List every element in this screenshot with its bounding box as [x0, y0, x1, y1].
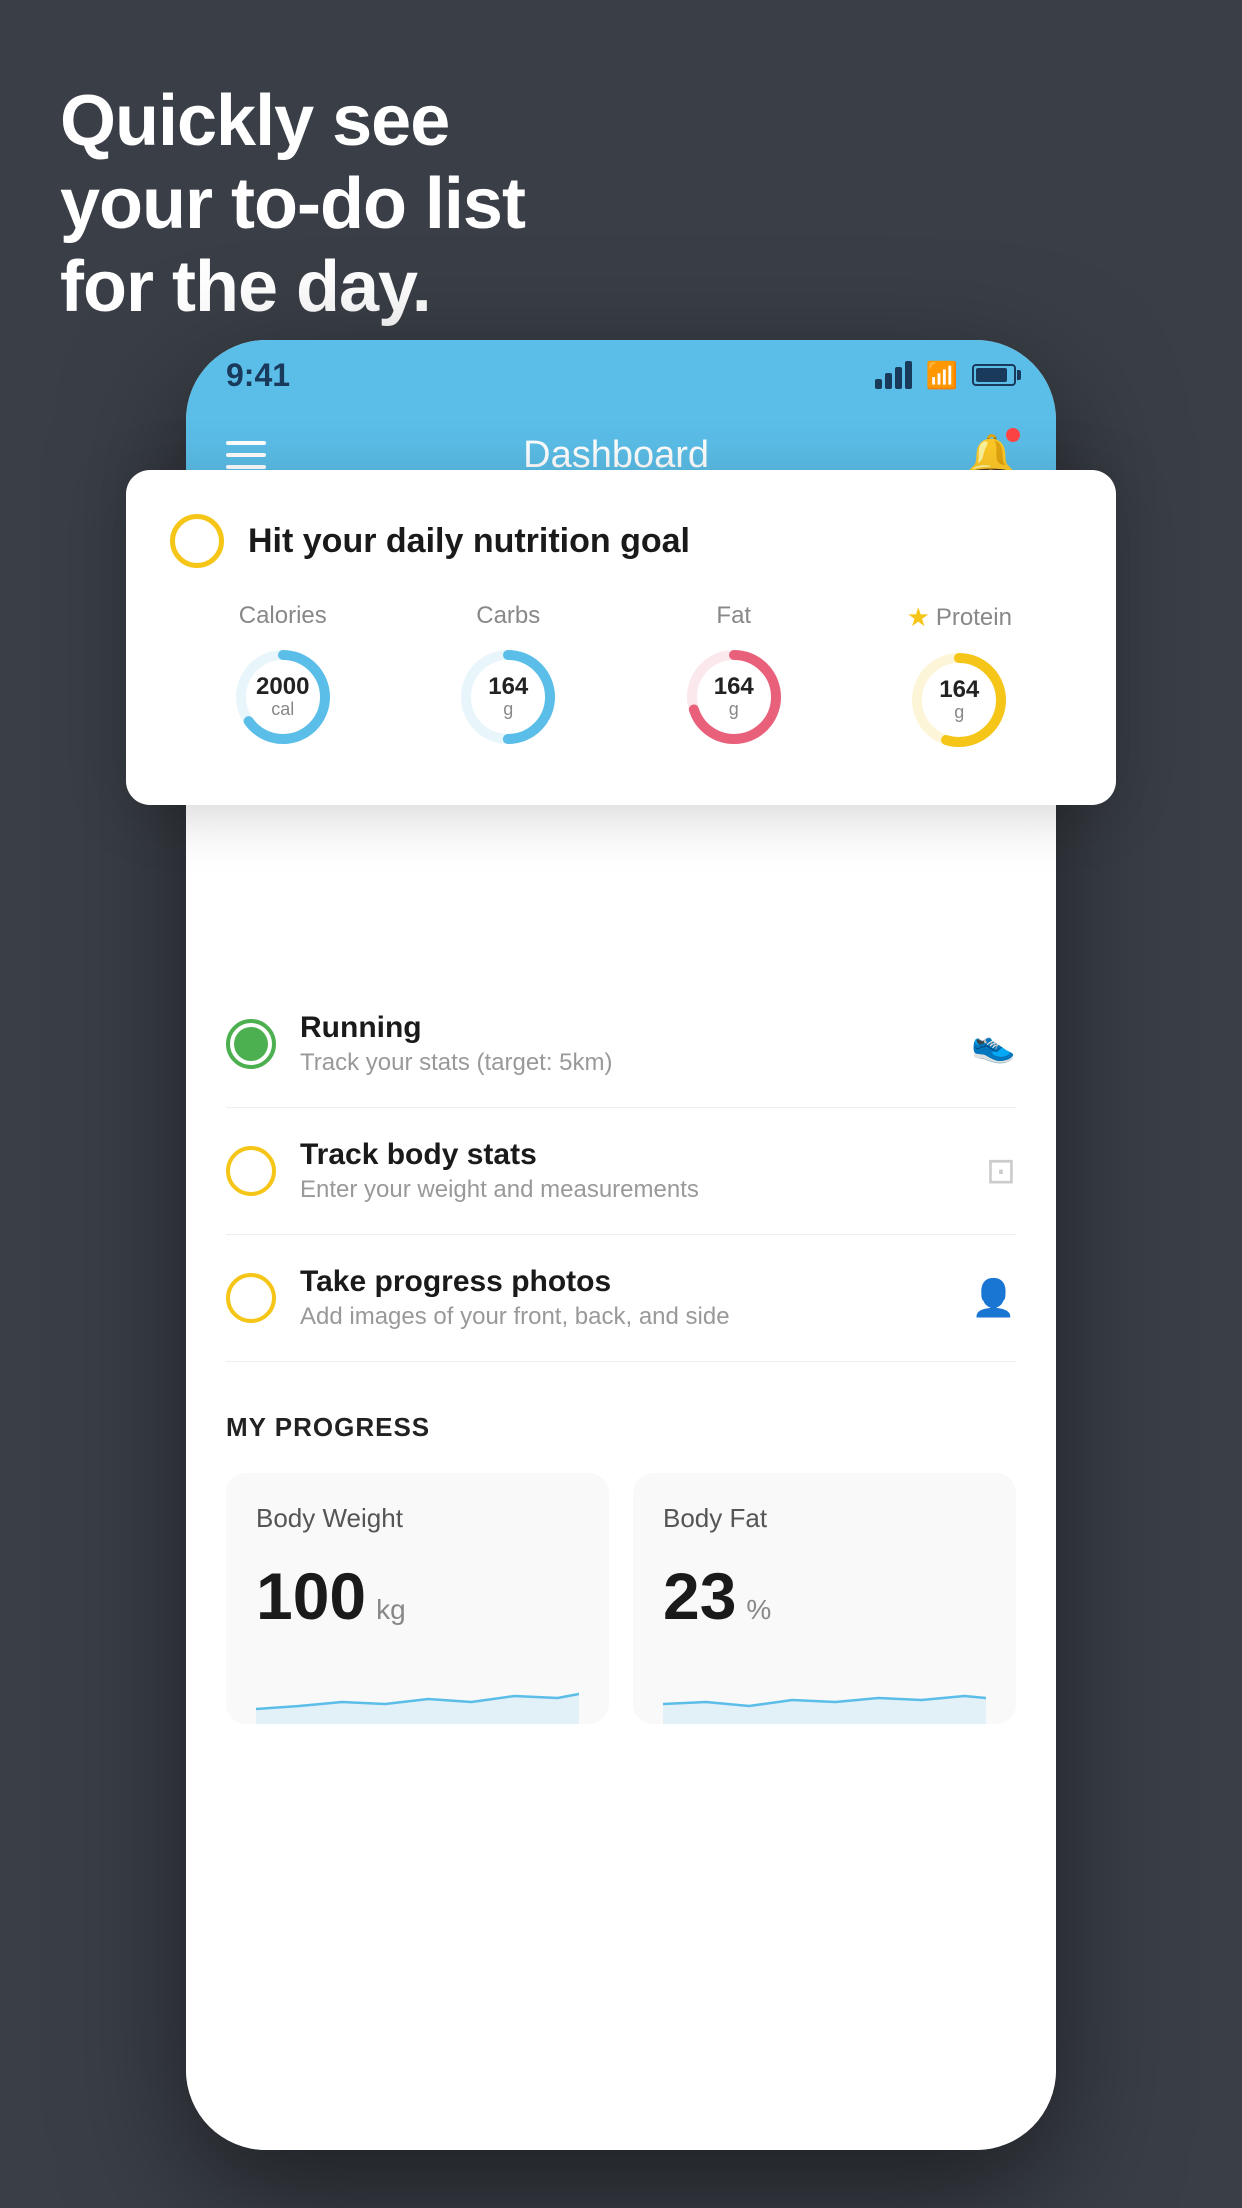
carbs-donut: 164 g [453, 642, 563, 752]
nutrition-row: Calories 2000 cal Carbs [170, 602, 1072, 755]
nutrition-calories: Calories 2000 cal [228, 602, 338, 752]
scale-icon: ⊡ [986, 1150, 1016, 1192]
fat-label: Fat [716, 602, 751, 630]
battery-icon [972, 364, 1016, 386]
todo-text-running: Running Track your stats (target: 5km) [300, 1011, 947, 1077]
body-fat-card[interactable]: Body Fat 23 % [633, 1473, 1016, 1724]
wifi-icon: 📶 [926, 360, 958, 391]
fat-value: 164 [714, 674, 754, 700]
todo-title-running: Running [300, 1011, 947, 1045]
card-title: Hit your daily nutrition goal [248, 522, 690, 561]
nutrition-fat: Fat 164 g [679, 602, 789, 752]
carbs-value: 164 [488, 674, 528, 700]
menu-button[interactable] [226, 441, 266, 469]
todo-text-body-stats: Track body stats Enter your weight and m… [300, 1138, 962, 1204]
my-progress-section: MY PROGRESS Body Weight 100 kg [186, 1362, 1056, 1724]
signal-icon [875, 361, 912, 389]
protein-star-label: ★ Protein [907, 602, 1012, 633]
calories-label: Calories [239, 602, 327, 630]
todo-circle-progress-photos [226, 1273, 276, 1323]
todo-title-body-stats: Track body stats [300, 1138, 962, 1172]
todo-subtitle-running: Track your stats (target: 5km) [300, 1049, 947, 1077]
progress-cards: Body Weight 100 kg Body Fat [226, 1473, 1016, 1724]
body-fat-value-row: 23 % [663, 1558, 986, 1634]
protein-donut: 164 g [904, 645, 1014, 755]
star-icon: ★ [907, 602, 930, 633]
protein-value: 164 [939, 677, 979, 703]
status-bar: 9:41 📶 [186, 340, 1056, 410]
body-weight-value: 100 [256, 1558, 366, 1634]
body-weight-title: Body Weight [256, 1503, 579, 1534]
carbs-unit: g [488, 700, 528, 720]
todo-circle-running [226, 1019, 276, 1069]
carbs-label: Carbs [476, 602, 540, 630]
body-fat-chart [663, 1664, 986, 1724]
body-fat-unit: % [746, 1594, 771, 1626]
todo-item-body-stats[interactable]: Track body stats Enter your weight and m… [226, 1108, 1016, 1235]
notification-badge [1006, 428, 1020, 442]
protein-label: Protein [936, 604, 1012, 632]
todo-title-progress-photos: Take progress photos [300, 1265, 947, 1299]
todo-subtitle-body-stats: Enter your weight and measurements [300, 1176, 962, 1204]
calories-donut: 2000 cal [228, 642, 338, 752]
body-weight-chart [256, 1664, 579, 1724]
calories-unit: cal [256, 700, 309, 720]
photo-icon: 👤 [971, 1277, 1016, 1319]
calories-value: 2000 [256, 674, 309, 700]
body-fat-value: 23 [663, 1558, 736, 1634]
todo-subtitle-progress-photos: Add images of your front, back, and side [300, 1303, 947, 1331]
my-progress-header: MY PROGRESS [226, 1412, 1016, 1443]
hero-text: Quickly see your to-do list for the day. [60, 80, 525, 328]
todo-text-progress-photos: Take progress photos Add images of your … [300, 1265, 947, 1331]
body-fat-title: Body Fat [663, 1503, 986, 1534]
card-circle-check [170, 514, 224, 568]
fat-unit: g [714, 700, 754, 720]
body-weight-card[interactable]: Body Weight 100 kg [226, 1473, 609, 1724]
nutrition-card: Hit your daily nutrition goal Calories 2… [126, 470, 1116, 805]
body-weight-unit: kg [376, 1594, 406, 1626]
running-icon: 👟 [971, 1023, 1016, 1065]
todo-circle-body-stats [226, 1146, 276, 1196]
fat-donut: 164 g [679, 642, 789, 752]
nutrition-carbs: Carbs 164 g [453, 602, 563, 752]
nutrition-protein: ★ Protein 164 g [904, 602, 1014, 755]
card-title-row: Hit your daily nutrition goal [170, 514, 1072, 568]
protein-unit: g [939, 703, 979, 723]
status-icons: 📶 [875, 360, 1016, 391]
body-weight-value-row: 100 kg [256, 1558, 579, 1634]
todo-item-running[interactable]: Running Track your stats (target: 5km) 👟 [226, 981, 1016, 1108]
status-time: 9:41 [226, 357, 290, 394]
todo-item-progress-photos[interactable]: Take progress photos Add images of your … [226, 1235, 1016, 1362]
todo-list: Running Track your stats (target: 5km) 👟… [186, 981, 1056, 1362]
